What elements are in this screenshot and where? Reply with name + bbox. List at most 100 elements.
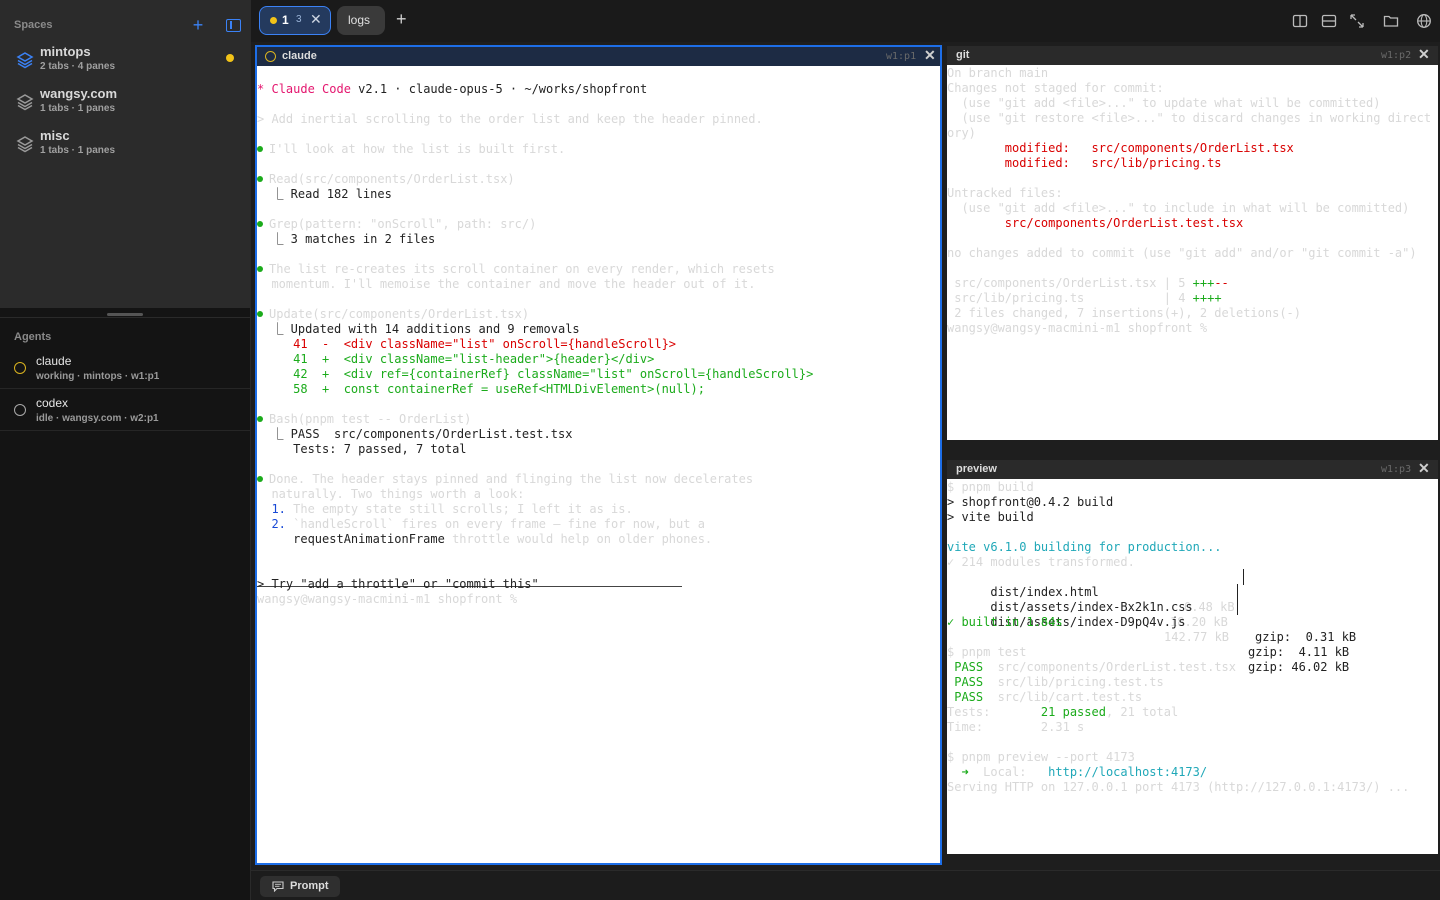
tool-call-text: Update(src/components/OrderList.tsx) bbox=[269, 307, 530, 321]
diffstat-line: src/components/OrderList.tsx | 5 +++-- bbox=[947, 276, 1229, 291]
terminal-output[interactable]: On branch main Changes not staged for co… bbox=[947, 65, 1438, 440]
command-line: $ pnpm build bbox=[947, 480, 1034, 494]
bullet-icon bbox=[257, 476, 263, 482]
diffstat-file: src/lib/pricing.ts | 4 bbox=[947, 291, 1193, 305]
file-size: 142.77 kB bbox=[1164, 630, 1230, 644]
pane-preview[interactable]: preview w1:p3 ✕ $ pnpm build > shopfront… bbox=[947, 460, 1438, 854]
sidebar-toggle-icon[interactable] bbox=[226, 19, 241, 32]
tab-number: 1 bbox=[282, 13, 289, 27]
time-summary: Time: 2.31 s bbox=[947, 720, 1085, 734]
add-space-button[interactable]: + bbox=[190, 14, 206, 36]
pane-title: claude bbox=[282, 50, 317, 62]
folder-icon[interactable] bbox=[1383, 13, 1399, 29]
output-line: ✓ 214 modules transformed. bbox=[947, 555, 1135, 569]
tab-pane-count: 3 bbox=[296, 14, 302, 25]
pass-badge: PASS bbox=[947, 675, 984, 689]
vite-banner: vite v6.1.0 building for production... bbox=[947, 540, 1222, 554]
space-item-wangsy[interactable]: wangsy.com 1 tabs · 1 panes bbox=[0, 84, 250, 124]
agent-item-codex[interactable]: codex idle · wangsy.com · w2:p1 bbox=[0, 389, 250, 431]
tool-call-line: Grep(pattern: "onScroll", path: src/) bbox=[257, 217, 536, 232]
close-icon[interactable]: ✕ bbox=[310, 11, 322, 28]
test-row: PASS src/lib/cart.test.ts bbox=[947, 690, 1142, 705]
bullet-icon bbox=[257, 416, 263, 422]
expand-icon[interactable] bbox=[1349, 13, 1365, 29]
input-hint[interactable]: > Try "add a throttle" or "commit this" bbox=[257, 577, 539, 592]
terminal-output[interactable]: $ pnpm build > shopfront@0.4.2 build > v… bbox=[947, 479, 1438, 854]
layers-icon bbox=[16, 94, 34, 111]
list-number: 1. bbox=[257, 502, 286, 516]
sidebar-resize-handle[interactable] bbox=[107, 313, 143, 316]
list-text: requestAnimationFrame bbox=[257, 532, 445, 546]
space-item-mintops[interactable]: mintops 2 tabs · 4 panes bbox=[0, 42, 250, 82]
list-text: `handleScroll` fires on every frame — fi… bbox=[285, 517, 705, 531]
shell-prompt: wangsy@wangsy-macmini-m1 shopfront % bbox=[257, 592, 518, 606]
message-text: Done. The header stays pinned and flingi… bbox=[269, 472, 754, 486]
session-info: v2.1 · claude-opus-5 · ~/works/shopfront bbox=[350, 82, 648, 96]
build-file-row: dist/assets/index-Bx2k1n.css 18.20 kB gz… bbox=[947, 584, 1438, 659]
tool-result: ⎿ Read 182 lines bbox=[257, 187, 392, 201]
agent-item-claude[interactable]: claude working · mintops · w1:p1 bbox=[0, 347, 250, 389]
status-circle-icon bbox=[265, 51, 276, 62]
test-row: PASS src/lib/pricing.test.ts bbox=[947, 675, 1164, 690]
message-text: naturally. Two things worth a look: bbox=[257, 487, 525, 501]
pane-id: w1:p1 bbox=[886, 51, 917, 62]
shell-prompt: wangsy@wangsy-macmini-m1 shopfront % bbox=[947, 321, 1208, 335]
divider bbox=[0, 317, 250, 318]
local-url-line: ➜ Local: http://localhost:4173/ bbox=[947, 765, 1207, 780]
message-line: Done. The header stays pinned and flingi… bbox=[257, 472, 753, 487]
app-name: Claude Code bbox=[271, 82, 351, 96]
prompt-button[interactable]: Prompt bbox=[260, 876, 340, 897]
tab-logs[interactable]: logs bbox=[337, 6, 385, 35]
separator bbox=[1243, 569, 1244, 585]
output-line: > shopfront@0.4.2 build bbox=[947, 495, 1114, 509]
list-number: 2. bbox=[257, 517, 286, 531]
user-prompt: > Add inertial scrolling to the order li… bbox=[257, 112, 763, 126]
space-item-misc[interactable]: misc 1 tabs · 1 panes bbox=[0, 126, 250, 166]
tab-bar: 1 3 ✕ logs + bbox=[251, 0, 1440, 42]
list-item: 2. `handleScroll` fires on every frame —… bbox=[257, 517, 705, 532]
split-horizontal-icon[interactable] bbox=[1321, 13, 1337, 29]
diffstat-plus: ++++ bbox=[1192, 291, 1222, 305]
message-text: momentum. I'll memoise the container and… bbox=[257, 277, 756, 291]
pane-git[interactable]: git w1:p2 ✕ On branch main Changes not s… bbox=[947, 46, 1438, 440]
output-line: (use "git add <file>..." to update what … bbox=[947, 96, 1381, 110]
close-icon[interactable]: ✕ bbox=[1418, 460, 1430, 477]
status-circle-icon bbox=[14, 362, 26, 374]
separator bbox=[1237, 599, 1238, 615]
diffstat-minus: -- bbox=[1214, 276, 1229, 290]
output-line: 2 files changed, 7 insertions(+), 2 dele… bbox=[947, 306, 1302, 320]
close-icon[interactable]: ✕ bbox=[924, 47, 936, 64]
output-line: On branch main bbox=[947, 66, 1049, 80]
gzip-size: gzip: 0.31 kB bbox=[1255, 630, 1357, 644]
agent-name: codex bbox=[36, 396, 69, 410]
modified-file: modified: src/components/OrderList.tsx bbox=[947, 141, 1294, 155]
space-meta: 1 tabs · 1 panes bbox=[40, 145, 116, 156]
pane-header: preview w1:p3 ✕ bbox=[947, 460, 1438, 479]
test-file: src/lib/pricing.test.ts bbox=[997, 675, 1164, 689]
bullet-icon bbox=[257, 311, 263, 317]
close-icon[interactable]: ✕ bbox=[1418, 46, 1430, 63]
url-label: Local: bbox=[983, 765, 1049, 779]
asterisk-icon: * bbox=[257, 82, 265, 96]
output-line: Serving HTTP on 127.0.0.1 port 4173 (htt… bbox=[947, 780, 1410, 794]
tool-result: Tests: 7 passed, 7 total bbox=[257, 442, 467, 456]
add-tab-button[interactable]: + bbox=[396, 9, 407, 30]
agent-name: claude bbox=[36, 354, 72, 368]
local-url-link[interactable]: http://localhost:4173/ bbox=[1048, 765, 1207, 779]
layers-icon bbox=[16, 52, 34, 69]
command-line: $ pnpm preview --port 4173 bbox=[947, 750, 1135, 764]
tool-call-line: Read(src/components/OrderList.tsx) bbox=[257, 172, 515, 187]
layers-icon bbox=[16, 136, 34, 153]
tests-total: , 21 total bbox=[1105, 705, 1179, 719]
output-line: no changes added to commit (use "git add… bbox=[947, 246, 1417, 260]
output-line: Untracked files: bbox=[947, 186, 1063, 200]
pane-claude[interactable]: claude w1:p1 ✕ * Claude Code v2.1 · clau… bbox=[255, 45, 942, 865]
agents-title: Agents bbox=[14, 331, 52, 343]
spaces-section: Spaces + mintops 2 tabs · 4 panes wangsy… bbox=[0, 0, 250, 308]
status-circle-icon bbox=[14, 404, 26, 416]
terminal-output[interactable]: * Claude Code v2.1 · claude-opus-5 · ~/w… bbox=[257, 66, 940, 863]
split-vertical-icon[interactable] bbox=[1292, 13, 1308, 29]
globe-icon[interactable] bbox=[1416, 13, 1432, 29]
tab-workspace-1[interactable]: 1 3 ✕ bbox=[259, 6, 331, 35]
bullet-icon bbox=[257, 146, 263, 152]
